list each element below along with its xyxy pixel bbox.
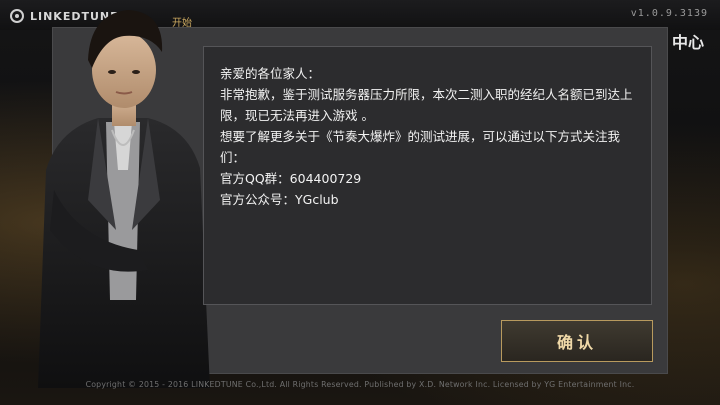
copyright-footer: Copyright © 2015 - 2016 LINKEDTUNE Co.,L… — [85, 380, 635, 389]
notice-info: 想要了解更多关于《节奏大爆炸》的测试进展，可以通过以下方式关注我们： — [220, 129, 621, 165]
notice-apology: 非常抱歉，鉴于测试服务器压力所限，本次二测入职的经纪人名额已到达上限，现已无法再… — [220, 87, 633, 123]
version-label: v1.0.9.3139 — [630, 8, 708, 19]
character-illustration — [38, 10, 210, 388]
confirm-button[interactable]: 确认 — [501, 320, 653, 362]
notice-greeting: 亲爱的各位家人： — [220, 66, 321, 81]
character-portrait — [28, 0, 218, 388]
confirm-button-label: 确认 — [556, 333, 597, 352]
notice-text: 亲爱的各位家人： 非常抱歉，鉴于测试服务器压力所限，本次二测入职的经纪人名额已到… — [220, 63, 638, 210]
notice-qq-group: 官方QQ群：604400729 — [220, 171, 362, 186]
logo-icon — [10, 9, 24, 23]
center-label: 中心 — [671, 33, 704, 52]
notice-dialog: 亲爱的各位家人： 非常抱歉，鉴于测试服务器压力所限，本次二测入职的经纪人名额已到… — [203, 46, 652, 305]
notice-wechat-account: 官方公众号：YGclub — [220, 192, 339, 207]
